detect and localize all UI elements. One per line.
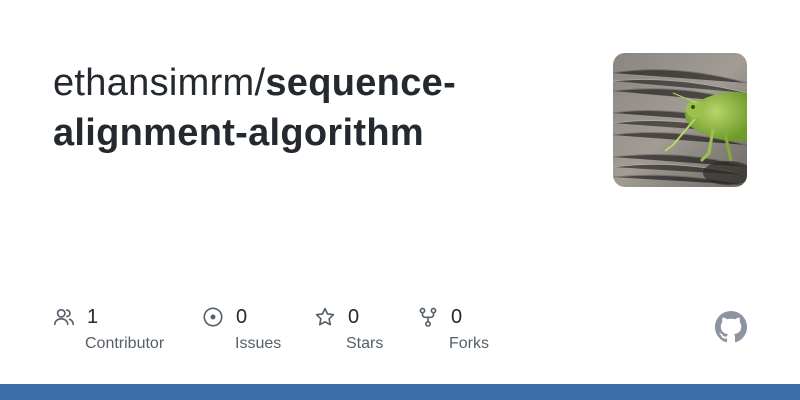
repo-owner: ethansimrm/ xyxy=(53,62,266,104)
issues-count: 0 xyxy=(236,306,248,328)
forks-count: 0 xyxy=(451,306,463,328)
repo-avatar-image xyxy=(613,53,747,187)
people-icon xyxy=(53,306,75,328)
github-logo-icon xyxy=(715,311,747,343)
contributors-label: Contributor xyxy=(85,335,165,352)
stat-issues: 0 Issues xyxy=(202,305,281,352)
issues-label: Issues xyxy=(235,335,282,352)
stat-stars: 0 Stars xyxy=(314,305,383,352)
stars-label: Stars xyxy=(346,335,384,352)
contributors-count: 1 xyxy=(87,306,99,328)
bottom-accent-bar xyxy=(0,384,800,400)
stat-forks: 0 Forks xyxy=(417,305,489,352)
star-icon xyxy=(314,306,336,328)
repo-title: ethansimrm/sequence-alignment-algorithm xyxy=(53,58,593,158)
stat-contributors: 1 Contributor xyxy=(53,305,164,352)
fork-icon xyxy=(417,306,439,328)
issue-icon xyxy=(202,306,224,328)
stars-count: 0 xyxy=(348,306,360,328)
forks-label: Forks xyxy=(449,335,489,352)
